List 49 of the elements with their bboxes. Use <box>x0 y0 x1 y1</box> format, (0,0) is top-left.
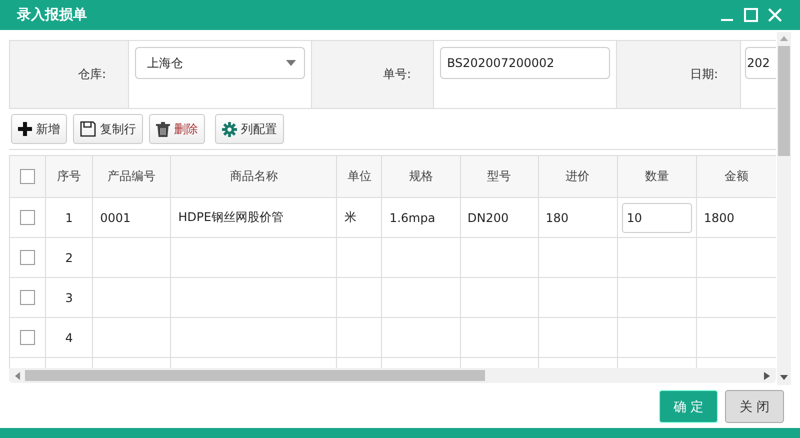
plus-icon <box>18 122 32 136</box>
text-field[interactable]: BS202007200002 <box>440 47 610 79</box>
column-header: 单位 <box>336 156 382 198</box>
scroll-up-icon[interactable] <box>780 36 788 42</box>
column-header: 规格 <box>382 156 460 198</box>
maximize-icon[interactable] <box>744 8 758 22</box>
row-checkbox[interactable] <box>20 210 36 226</box>
select-all-checkbox[interactable] <box>20 169 36 184</box>
delete-button[interactable]: 删除 <box>149 114 205 144</box>
scroll-down-icon[interactable] <box>780 375 788 381</box>
column-config-button[interactable]: 列配置 <box>215 114 284 144</box>
horizontal-scrollbar[interactable] <box>9 368 776 383</box>
select-field[interactable]: 上海仓 <box>135 47 305 79</box>
table-cell: 米 <box>336 198 382 238</box>
quantity-field[interactable]: 10 <box>622 202 692 232</box>
gear-icon <box>222 122 237 136</box>
column-header: 金额 <box>696 156 776 198</box>
dropdown-arrow-icon <box>286 60 296 66</box>
table-cell: HDPE钢丝网股价管 <box>170 198 337 238</box>
table-cell: 4 <box>46 318 93 358</box>
scroll-left-icon[interactable] <box>15 372 21 380</box>
table-cell: 1.6mpa <box>382 198 460 238</box>
close-button[interactable]: 关 闭 <box>725 390 784 423</box>
add-button[interactable]: 新增 <box>11 114 67 144</box>
table-cell: 180 <box>538 198 618 238</box>
column-header: 产品编号 <box>92 156 171 198</box>
column-header: 数量 <box>617 156 696 198</box>
scroll-right-icon[interactable] <box>764 372 770 380</box>
copy-row-button[interactable]: 复制行 <box>73 114 143 144</box>
table-cell: 2 <box>46 238 93 278</box>
window-title: 录入报损单 <box>17 6 87 24</box>
column-header: 进价 <box>538 156 618 198</box>
row-checkbox[interactable] <box>20 250 36 266</box>
save-icon <box>80 121 96 137</box>
table-cell: 1 <box>46 198 93 238</box>
vertical-scrollbar[interactable] <box>777 32 791 385</box>
row-checkbox[interactable] <box>20 330 36 346</box>
field-label: 日期: <box>690 66 718 83</box>
field-label: 仓库: <box>78 66 106 83</box>
column-header: 商品名称 <box>170 156 337 198</box>
row-checkbox[interactable] <box>20 290 36 306</box>
field-label: 单号: <box>382 66 411 83</box>
table-cell: DN200 <box>460 198 538 238</box>
column-header: 型号 <box>460 156 538 198</box>
column-header: 序号 <box>46 156 93 198</box>
close-icon[interactable] <box>768 8 782 22</box>
table-cell: 3 <box>46 278 93 318</box>
table-cell: 0001 <box>92 198 171 238</box>
trash-icon <box>156 121 170 137</box>
